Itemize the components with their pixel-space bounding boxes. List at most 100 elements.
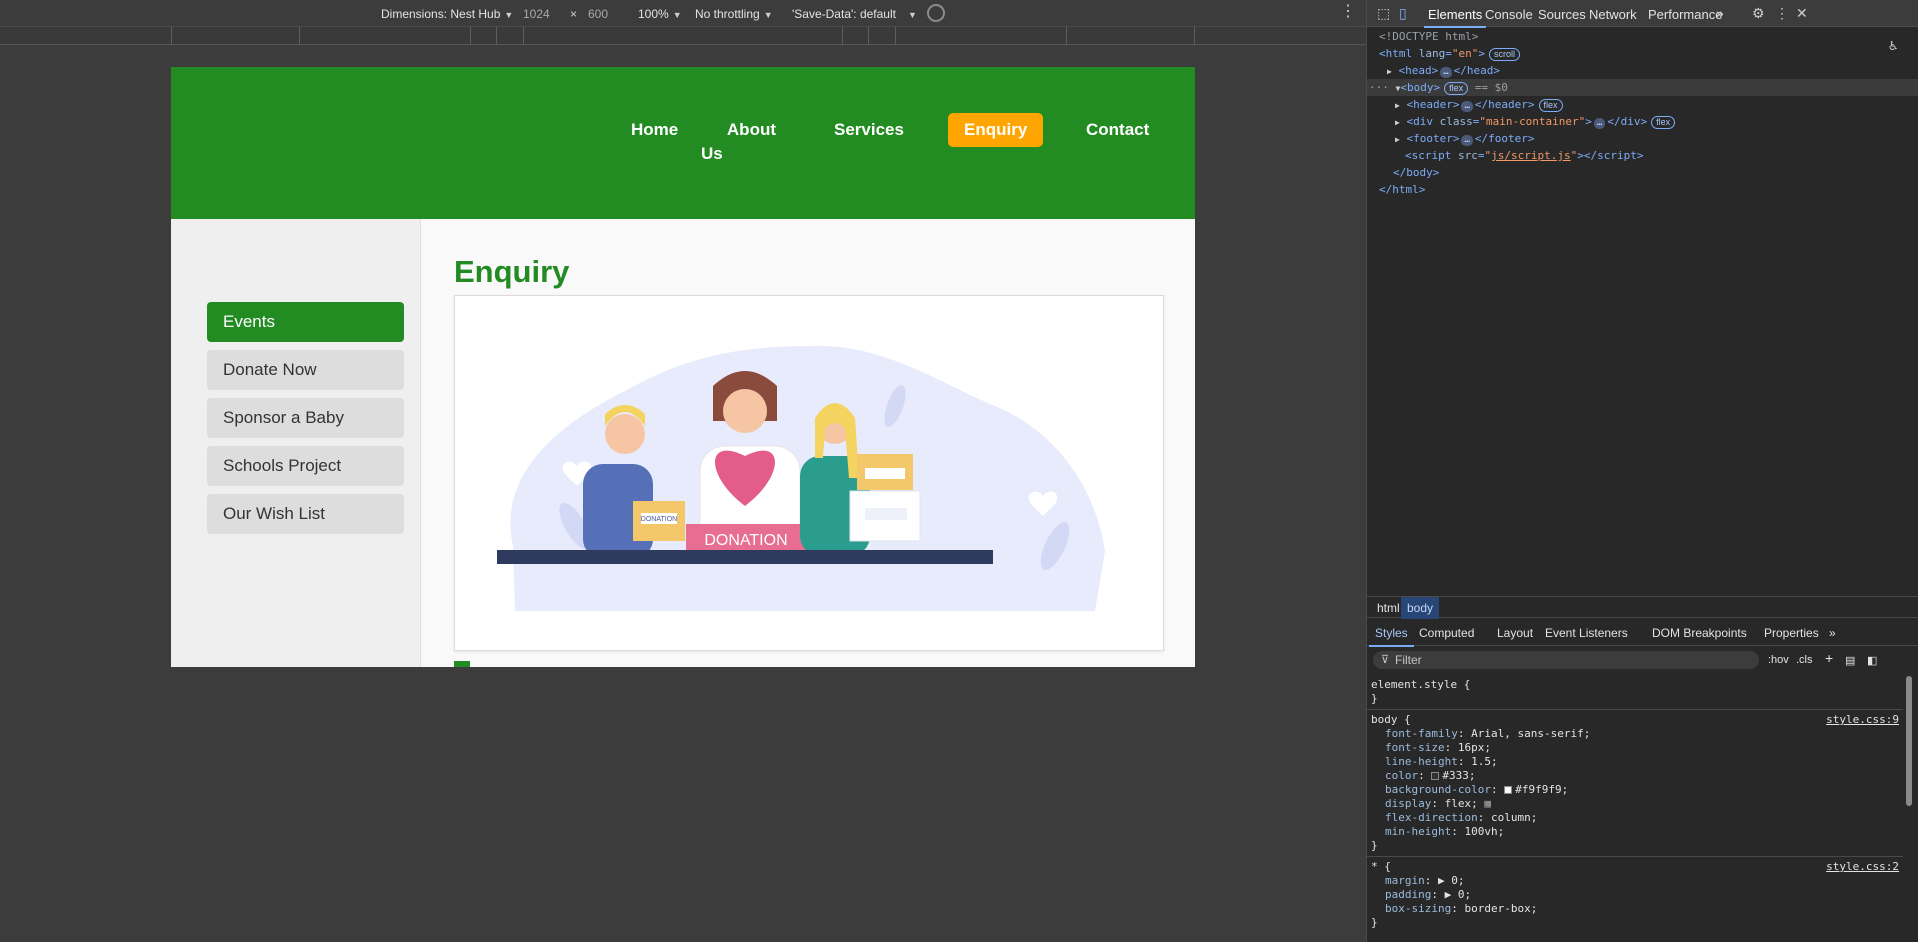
tab-elements[interactable]: Elements: [1423, 7, 1487, 28]
flex-badge[interactable]: flex: [1651, 116, 1676, 129]
close-icon[interactable]: ✕: [1796, 5, 1808, 22]
dom-html[interactable]: <html lang="en"> scroll: [1367, 45, 1918, 62]
color-swatch-icon[interactable]: [1504, 786, 1513, 794]
tab-network[interactable]: Network: [1589, 7, 1637, 22]
dom-script[interactable]: <script src="js/script.js"></script>: [1367, 147, 1918, 164]
dom-body-selected[interactable]: ··· ▼<body> flex == $0: [1367, 79, 1918, 96]
device-toolbar: Dimensions: Nest Hub ▼ 1024 × 600 100% ▼ N…: [0, 0, 1366, 27]
dom-head[interactable]: ▶ <head>… </head>: [1367, 62, 1918, 79]
dom-main-container[interactable]: ▶ <div class="main-container">… </div> fle…: [1367, 113, 1918, 130]
dom-html-close[interactable]: </html>: [1367, 181, 1918, 198]
styles-filter-input[interactable]: ⊽ Filter: [1373, 651, 1759, 669]
element-style-selector[interactable]: element.style {: [1371, 678, 1470, 692]
css-prop-font-family[interactable]: font-family: Arial, sans-serif;: [1385, 727, 1590, 741]
nav-services-link[interactable]: Services: [834, 118, 904, 142]
styles-scrollbar[interactable]: [1905, 672, 1913, 942]
css-prop-font-size[interactable]: font-size: 16px;: [1385, 741, 1491, 755]
flex-badge[interactable]: flex: [1444, 82, 1469, 95]
more-tabs-icon[interactable]: »: [1716, 5, 1724, 21]
sidebar-toggle-icon[interactable]: ◧: [1867, 654, 1877, 667]
css-prop-line-height[interactable]: line-height: 1.5;: [1385, 755, 1498, 769]
tab-console[interactable]: Console: [1485, 7, 1533, 22]
collapsed-ellipsis[interactable]: …: [1461, 101, 1473, 112]
collapsed-ellipsis[interactable]: …: [1440, 67, 1452, 78]
expand-arrow-icon[interactable]: ▶: [1387, 67, 1392, 76]
width-input[interactable]: 1024: [523, 7, 550, 21]
sidebar-item-sponsor-a-baby[interactable]: Sponsor a Baby: [207, 398, 404, 438]
filter-placeholder: Filter: [1395, 653, 1422, 667]
css-prop-background-color[interactable]: background-color: #f9f9f9;: [1385, 783, 1568, 797]
nav-home-link[interactable]: Home: [631, 118, 678, 142]
tab-styles[interactable]: Styles: [1369, 626, 1414, 647]
tab-dom-breakpoints[interactable]: DOM Breakpoints: [1652, 626, 1747, 640]
script-src-link[interactable]: js/script.js: [1491, 149, 1570, 162]
tab-layout[interactable]: Layout: [1497, 626, 1533, 640]
expand-arrow-icon[interactable]: ▶: [1395, 101, 1400, 110]
expand-arrow-icon[interactable]: ▶: [1395, 118, 1400, 127]
hov-toggle[interactable]: :hov: [1768, 654, 1789, 666]
inspect-icon[interactable]: ⬚: [1377, 5, 1390, 22]
tab-computed[interactable]: Computed: [1419, 626, 1474, 640]
gear-icon[interactable]: ⚙: [1752, 5, 1765, 22]
dimensions-dropdown[interactable]: Dimensions: Nest Hub ▼: [381, 7, 513, 21]
banner-text: DONATION: [704, 532, 787, 549]
save-data-label: 'Save-Data': default: [792, 7, 896, 21]
nav-contact-link[interactable]: Contact: [1086, 118, 1149, 142]
chevron-down-icon: ▼: [763, 10, 773, 20]
dom-footer[interactable]: ▶ <footer>… </footer>: [1367, 130, 1918, 147]
body-source-link[interactable]: style.css:9: [1826, 713, 1899, 726]
footer-tag: footer: [1413, 132, 1453, 145]
sidebar-item-our-wish-list[interactable]: Our Wish List: [207, 494, 404, 534]
more-options-icon[interactable]: ⋮: [1775, 5, 1789, 22]
accessibility-icon[interactable]: ♿: [1889, 38, 1897, 54]
collapsed-ellipsis[interactable]: …: [1461, 135, 1473, 146]
css-prop-padding[interactable]: padding: ▶ 0;: [1385, 888, 1471, 902]
cls-toggle[interactable]: .cls: [1796, 654, 1813, 666]
dom-body-close[interactable]: </body>: [1367, 164, 1918, 181]
expand-arrow-icon[interactable]: ▶: [1395, 135, 1400, 144]
css-prop-color[interactable]: color: #333;: [1385, 769, 1476, 783]
breadcrumb-body[interactable]: body: [1401, 597, 1440, 619]
tab-event-listeners[interactable]: Event Listeners: [1545, 626, 1628, 640]
paint-icon[interactable]: ▤: [1845, 654, 1855, 667]
donation-illustration-svg: DONATION DONATION: [497, 345, 1105, 611]
body-close-tag: </body>: [1393, 166, 1440, 179]
throttling-dropdown[interactable]: No throttling ▼: [695, 7, 773, 21]
height-input[interactable]: 600: [588, 7, 608, 21]
prop-value: #333;: [1442, 769, 1476, 782]
sidebar-item-events[interactable]: Events: [207, 302, 404, 342]
add-rule-icon[interactable]: +: [1825, 650, 1833, 666]
tab-properties[interactable]: Properties: [1764, 626, 1819, 640]
sidebar-item-donate-now[interactable]: Donate Now: [207, 350, 404, 390]
nav-enquiry-link[interactable]: Enquiry: [948, 113, 1044, 147]
flex-editor-icon[interactable]: ▦: [1484, 797, 1491, 810]
css-prop-margin[interactable]: margin: ▶ 0;: [1385, 874, 1465, 888]
rotate-icon[interactable]: [923, 0, 949, 26]
star-selector[interactable]: * {: [1371, 860, 1391, 874]
css-prop-box-sizing[interactable]: box-sizing: border-box;: [1385, 902, 1537, 916]
save-data-dropdown[interactable]: 'Save-Data': default ▼: [792, 7, 917, 21]
device-toggle-icon[interactable]: ▯: [1399, 5, 1407, 22]
dom-doctype[interactable]: <!DOCTYPE html>: [1367, 28, 1918, 45]
tab-performance[interactable]: Performance: [1648, 7, 1722, 22]
tab-sources[interactable]: Sources: [1538, 7, 1586, 22]
body-selector[interactable]: body {: [1371, 713, 1411, 727]
flex-badge[interactable]: flex: [1538, 99, 1563, 112]
nav-about-link[interactable]: About Us: [701, 118, 776, 166]
zoom-dropdown[interactable]: 100% ▼: [638, 7, 682, 21]
more-tabs-icon[interactable]: »: [1829, 626, 1836, 640]
styles-filter-bar: ⊽ Filter :hov .cls + ▤ ◧: [1367, 647, 1918, 673]
color-swatch-icon[interactable]: [1431, 772, 1440, 780]
sidebar-item-schools-project[interactable]: Schools Project: [207, 446, 404, 486]
dom-header[interactable]: ▶ <header>… </header> flex: [1367, 96, 1918, 113]
prop-name: background-color: [1385, 783, 1491, 796]
css-prop-min-height[interactable]: min-height: 100vh;: [1385, 825, 1504, 839]
star-source-link[interactable]: style.css:2: [1826, 860, 1899, 873]
css-prop-display[interactable]: display: flex; ▦: [1385, 797, 1491, 811]
css-prop-flex-direction[interactable]: flex-direction: column;: [1385, 811, 1537, 825]
scroll-badge[interactable]: scroll: [1489, 48, 1521, 61]
prop-value: ▶ 0;: [1444, 888, 1472, 901]
collapsed-ellipsis[interactable]: …: [1593, 118, 1606, 129]
prop-name: color: [1385, 769, 1419, 782]
more-options-icon[interactable]: ⋮: [1340, 4, 1356, 20]
